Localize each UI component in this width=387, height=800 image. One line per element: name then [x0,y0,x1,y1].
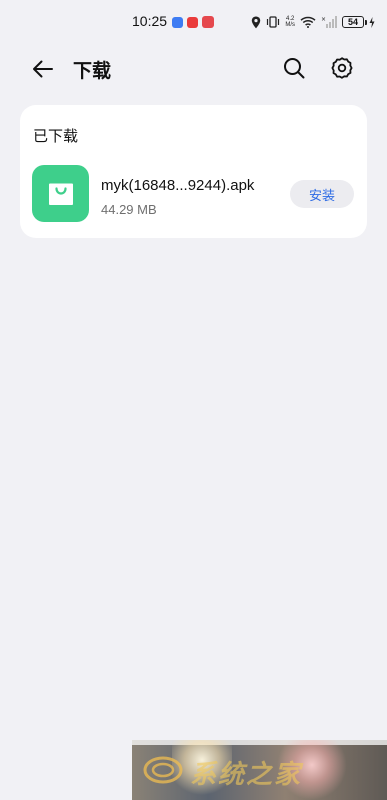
apk-file-icon [32,165,89,222]
file-size: 44.29 MB [101,202,157,217]
svg-text:×: × [321,16,326,23]
shopping-bag-icon [48,183,73,205]
battery-level: 54 [347,17,358,27]
swirl-logo-icon [143,756,183,784]
status-indicators: 4.2 M/s × 54 [251,12,375,32]
install-button[interactable]: 安装 [290,180,354,208]
search-button[interactable] [282,56,306,80]
location-icon [251,16,261,29]
network-speed-unit: M/s [285,22,295,28]
notification-app-icon [172,17,183,28]
status-bar: 10:25 4.2 M/s × 54 [0,0,387,44]
wifi-icon [300,16,316,28]
network-speed: 4.2 M/s [285,16,295,28]
file-name: myk(16848...9244).apk [101,177,255,194]
app-header: 下载 [0,44,387,94]
section-title-downloaded: 已下载 [33,127,79,145]
settings-button[interactable] [330,56,354,80]
vibrate-icon [266,16,280,28]
download-file-item[interactable]: myk(16848...9244).apk 44.29 MB 安装 [20,165,367,222]
battery-indicator: 54 [342,16,367,28]
page-title: 下载 [73,60,112,82]
downloads-card: 已下载 myk(16848...9244).apk 44.29 MB 安装 [20,105,367,238]
charging-icon [369,16,375,28]
gear-icon [331,57,353,79]
notification-app-icon [187,17,198,28]
notification-app-icon [202,16,214,28]
watermark-logo: 系统之家 [132,740,387,800]
watermark-border [132,740,387,745]
arrow-left-icon [33,60,53,78]
back-button[interactable] [30,56,56,82]
watermark-text: 系统之家 [190,760,303,790]
search-icon [284,58,305,79]
cellular-signal-icon: × [321,16,337,28]
status-time: 10:25 [132,13,168,29]
